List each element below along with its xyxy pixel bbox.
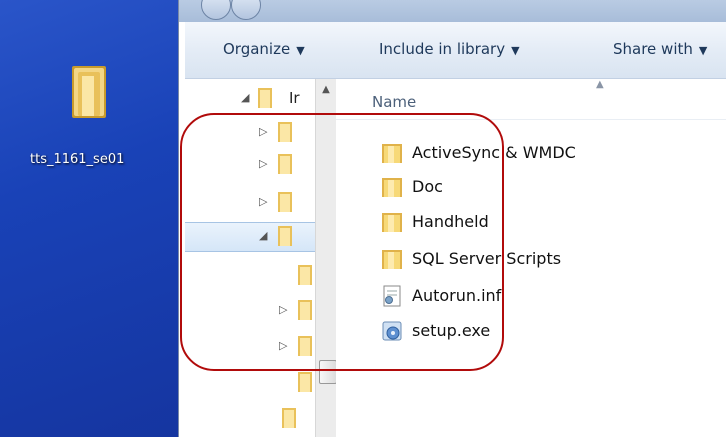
chevron-down-icon: ▼ [296, 44, 305, 57]
folder-icon [382, 213, 402, 232]
scroll-up-arrow-icon[interactable]: ▲ [316, 81, 336, 99]
expand-arrow-icon[interactable]: ▷ [279, 303, 287, 316]
expand-arrow-icon[interactable]: ▷ [279, 339, 287, 352]
folder-icon [298, 372, 312, 392]
nav-tree-item[interactable]: ▷ [185, 119, 325, 147]
folder-icon [278, 192, 292, 212]
file-list-pane: ▲ Name ActiveSync & WMDC Doc Handheld SQ… [336, 79, 726, 437]
sort-ascending-icon: ▲ [596, 79, 604, 90]
file-list-item[interactable]: SQL Server Scripts [380, 247, 680, 271]
file-name: ActiveSync & WMDC [412, 143, 576, 162]
settings-file-icon [383, 285, 401, 307]
nav-tree-item[interactable]: ▷ [185, 297, 325, 325]
folder-icon [72, 66, 106, 118]
file-name: Doc [412, 177, 443, 196]
file-name: setup.exe [412, 321, 491, 340]
expand-arrow-icon[interactable]: ▷ [259, 157, 267, 170]
share-with-label: Share with [613, 40, 693, 58]
folder-icon [278, 122, 292, 142]
nav-tree-item[interactable]: ▷ [185, 151, 325, 179]
file-list-item[interactable]: Autorun.inf [380, 284, 680, 308]
nav-tree-item[interactable]: ◢ Ir [185, 85, 325, 113]
nav-tree-item[interactable]: ▷ [185, 189, 325, 217]
file-list-item[interactable]: setup.exe [380, 319, 680, 343]
nav-item-label: Ir [289, 89, 300, 107]
nav-tree-item[interactable] [185, 369, 325, 397]
folder-icon [382, 144, 402, 163]
name-column-header[interactable]: Name [372, 93, 416, 111]
header-divider [336, 119, 726, 120]
folder-icon [258, 88, 272, 108]
nav-tree-item[interactable]: ▷ [185, 333, 325, 361]
window-titlebar [179, 0, 726, 22]
file-list-item[interactable]: Doc [380, 175, 680, 199]
folder-icon [382, 250, 402, 269]
chevron-down-icon: ▼ [511, 44, 520, 57]
include-in-library-menu[interactable]: Include in library ▼ [379, 40, 520, 58]
command-bar: Organize ▼ Include in library ▼ Share with… [185, 22, 726, 79]
nav-scrollbar[interactable]: ▲ [315, 79, 337, 437]
folder-icon [278, 154, 292, 174]
explorer-window: Organize ▼ Include in library ▼ Share with… [178, 0, 726, 437]
desktop-icon-label: tts_1161_se01 [30, 152, 125, 167]
nav-tree-item-selected[interactable]: ◢ [185, 222, 325, 252]
file-name: Handheld [412, 212, 489, 231]
desktop: tts_1161_se01 [0, 0, 180, 437]
forward-button[interactable] [231, 0, 261, 20]
back-button[interactable] [201, 0, 231, 20]
folder-icon [298, 336, 312, 356]
organize-menu[interactable]: Organize ▼ [223, 40, 305, 58]
include-in-library-label: Include in library [379, 40, 506, 58]
collapse-arrow-icon[interactable]: ◢ [241, 91, 249, 104]
scroll-thumb[interactable] [319, 360, 337, 384]
installer-icon [382, 321, 402, 341]
nav-tree-item[interactable] [185, 262, 325, 290]
expand-arrow-icon[interactable]: ▷ [259, 195, 267, 208]
nav-tree-item[interactable] [185, 405, 325, 433]
file-list-item[interactable]: ActiveSync & WMDC [380, 141, 680, 165]
file-name: Autorun.inf [412, 286, 502, 305]
chevron-down-icon: ▼ [698, 44, 708, 57]
folder-icon [298, 300, 312, 320]
file-list-item[interactable]: Handheld [380, 210, 680, 234]
folder-icon [382, 178, 402, 197]
folder-icon [278, 226, 292, 246]
share-with-menu[interactable]: Share with ▼ [613, 40, 707, 58]
folder-icon [282, 408, 296, 428]
desktop-folder-shortcut[interactable]: tts_1161_se01 [30, 62, 170, 167]
file-name: SQL Server Scripts [412, 249, 562, 268]
expand-arrow-icon[interactable]: ▷ [259, 125, 267, 138]
collapse-arrow-icon[interactable]: ◢ [259, 229, 267, 242]
folder-icon [298, 265, 312, 285]
organize-label: Organize [223, 40, 291, 58]
navigation-pane: ◢ Ir ▷ ▷ ▷ ◢ ▷ ▷ [185, 79, 325, 437]
